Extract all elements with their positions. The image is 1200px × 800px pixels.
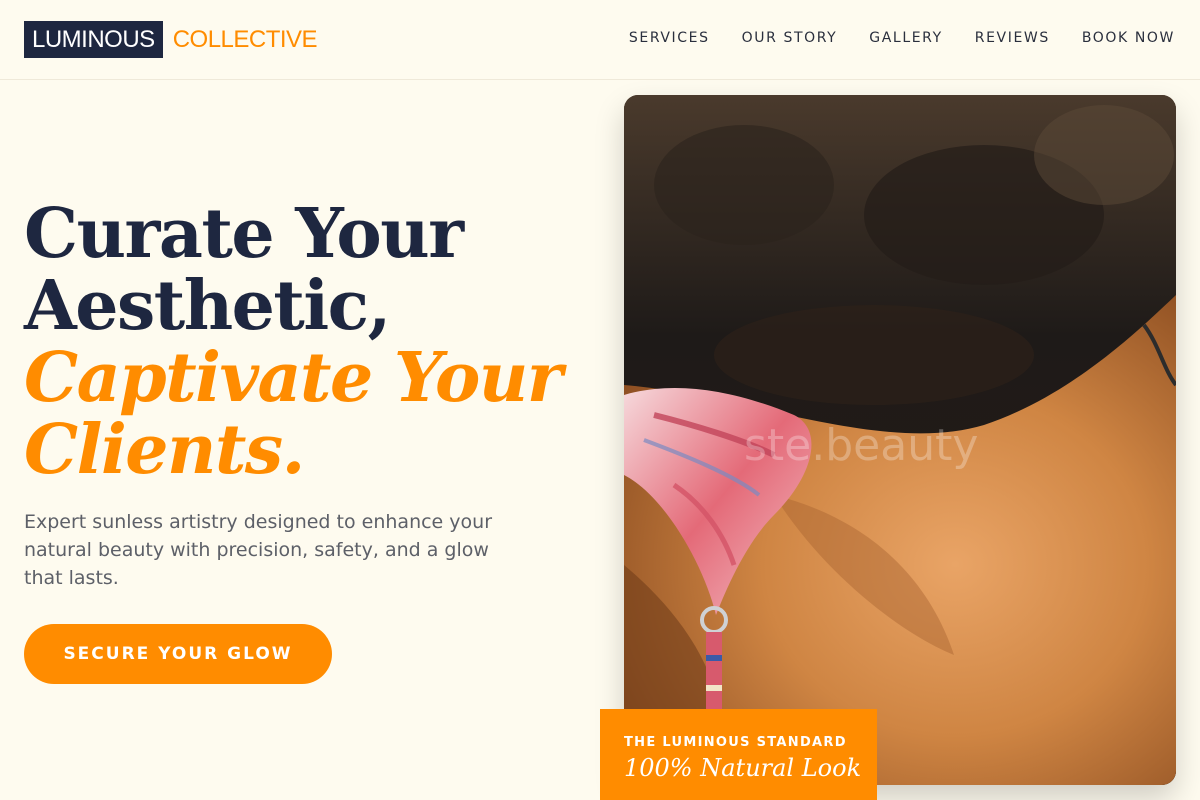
site-header: LUMINOUS COLLECTIVE SERVICES OUR STORY G… (0, 0, 1200, 80)
nav-link-services[interactable]: SERVICES (629, 30, 710, 46)
main-nav: SERVICES OUR STORY GALLERY REVIEWS BOOK … (597, 30, 1175, 46)
brand-logo[interactable]: LUMINOUS COLLECTIVE (24, 21, 318, 58)
headline-accent-line-1: Captivate Your (24, 338, 563, 418)
nav-link-our-story[interactable]: OUR STORY (742, 30, 838, 46)
nav-link-gallery[interactable]: GALLERY (869, 30, 942, 46)
headline-line-1: Curate Your (24, 194, 464, 274)
logo-accent-text: COLLECTIVE (172, 25, 318, 53)
hero-headline: Curate Your Aesthetic, Captivate Your Cl… (24, 198, 564, 486)
hero-subtitle: Expert sunless artistry designed to enha… (24, 511, 493, 589)
luminous-standard-badge: THE LUMINOUS STANDARD 100% Natural Look (600, 709, 877, 800)
nav-link-book-now[interactable]: BOOK NOW (1082, 30, 1175, 46)
headline-line-2: Aesthetic, (24, 266, 391, 346)
photo-watermark: ste.beauty (744, 420, 979, 471)
badge-value: 100% Natural Look (624, 754, 862, 782)
headline-accent-line-2: Clients. (24, 410, 305, 490)
nav-link-reviews[interactable]: REVIEWS (975, 30, 1050, 46)
secure-your-glow-button[interactable]: SECURE YOUR GLOW (24, 624, 332, 684)
hero-photo: ste.beauty (624, 95, 1176, 785)
logo-wordmark: LUMINOUS (24, 21, 163, 58)
badge-label: THE LUMINOUS STANDARD (624, 735, 847, 750)
